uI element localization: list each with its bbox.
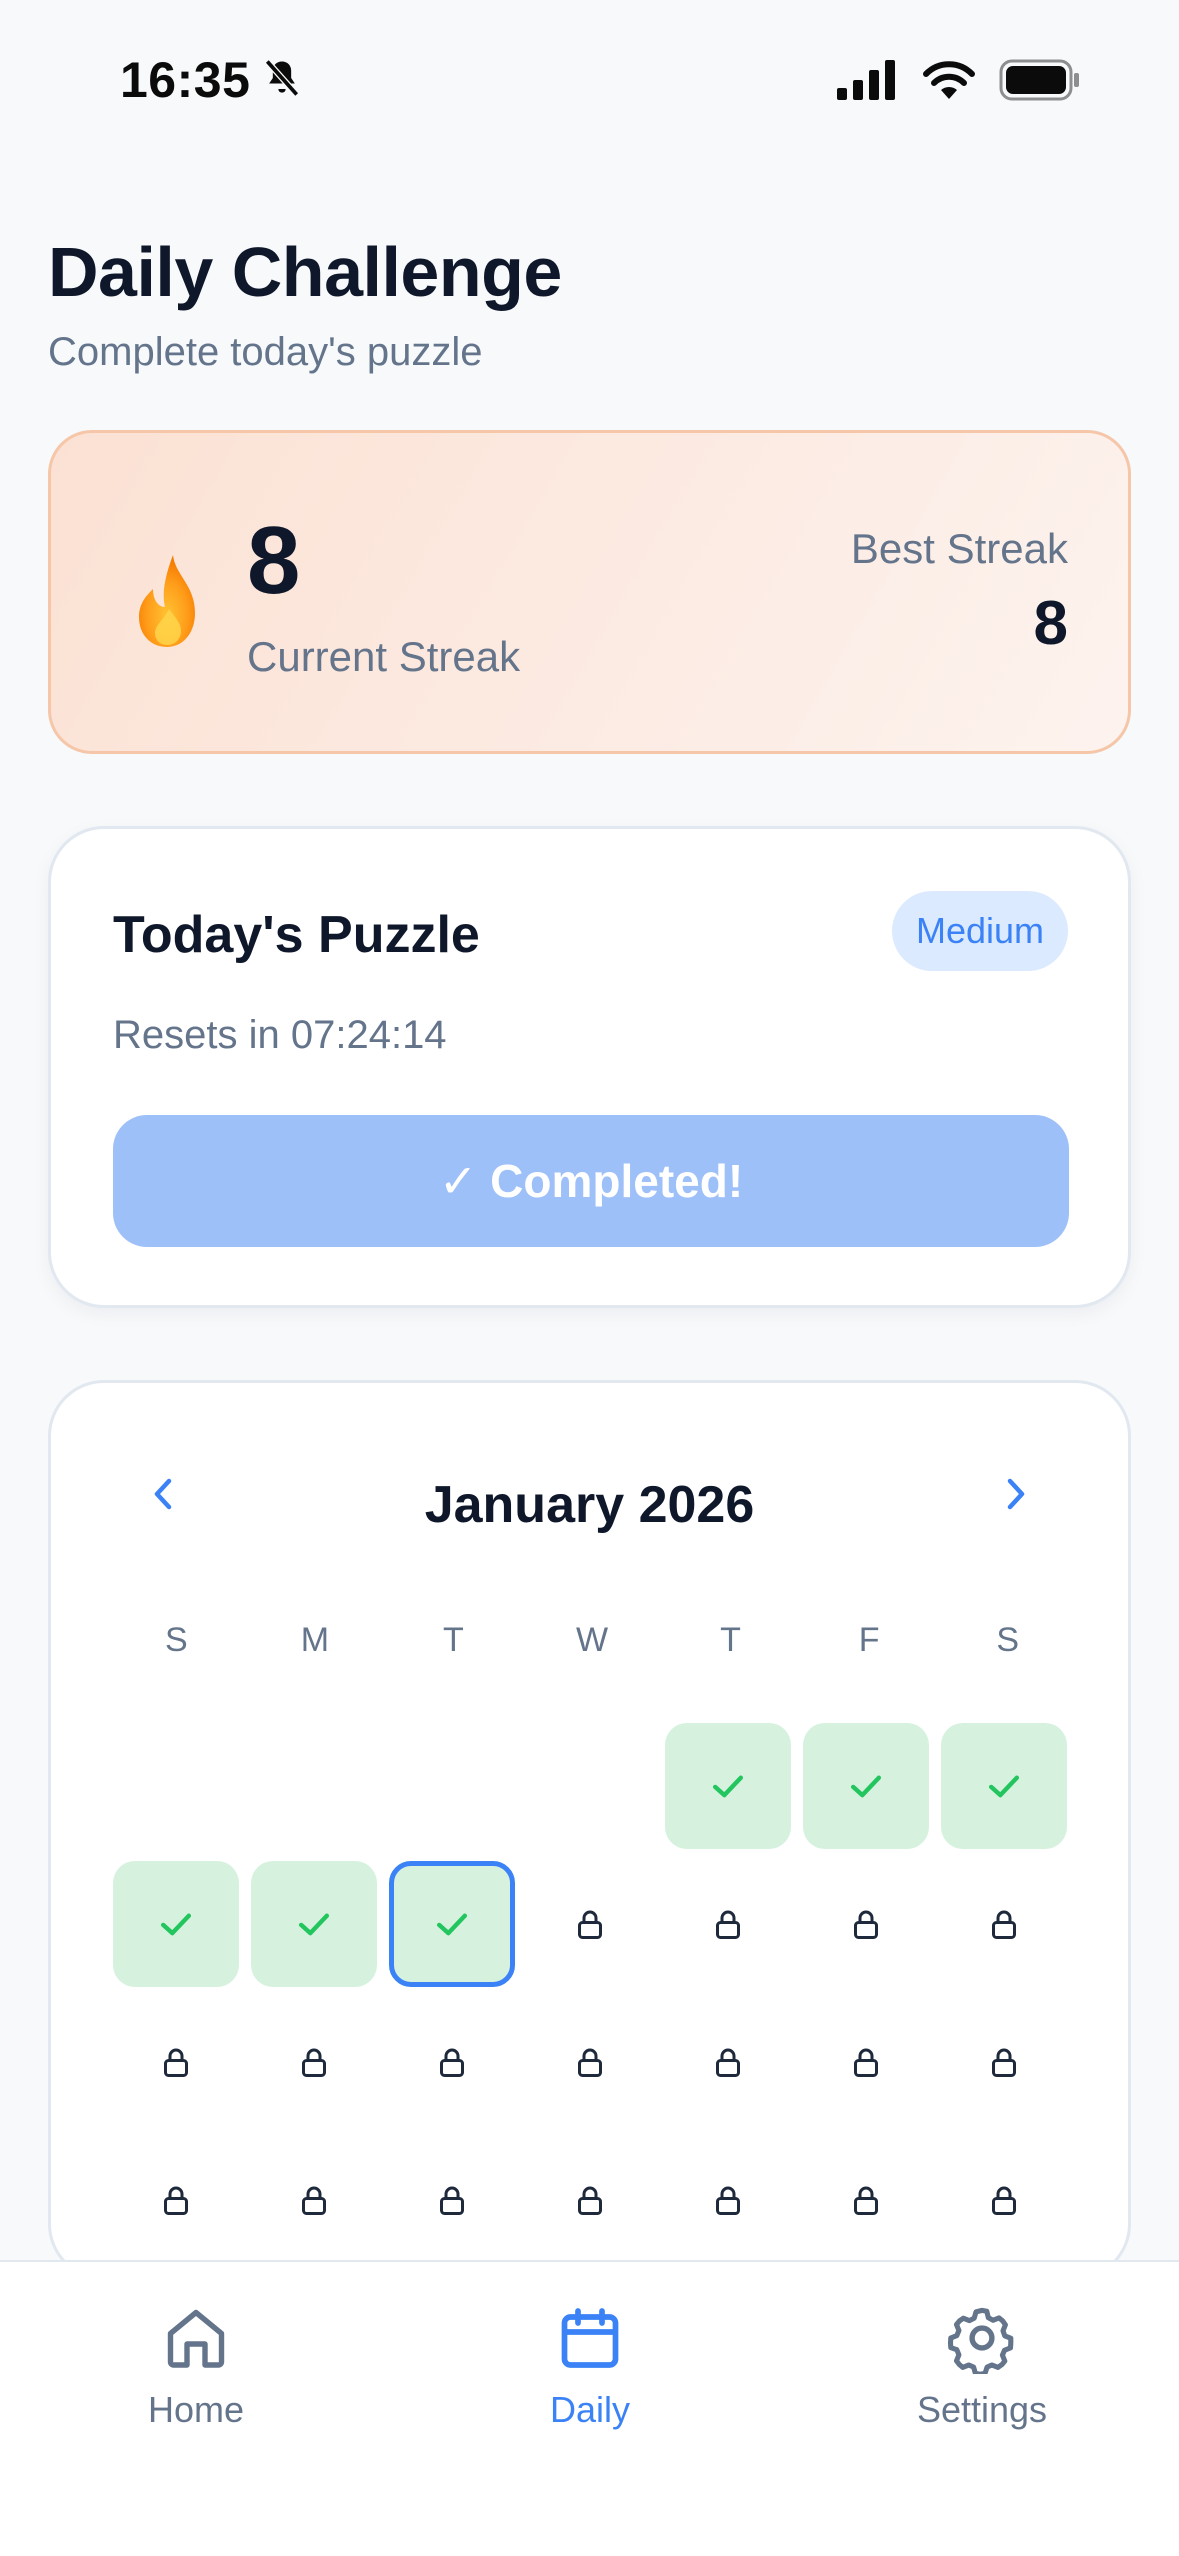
lock-icon <box>578 2186 602 2215</box>
calendar-blank-cell <box>527 1723 653 1849</box>
weekday-label: F <box>858 1621 880 1659</box>
calendar-day-today[interactable] <box>389 1861 515 1987</box>
lock-icon <box>578 1910 602 1939</box>
checkmark-icon <box>988 1775 1020 1798</box>
calendar-card: January 2026 S M T W T F S <box>48 1380 1131 2280</box>
battery-icon <box>999 59 1081 101</box>
calendar-day-locked <box>251 1999 377 2125</box>
flame-icon <box>129 551 209 651</box>
checkmark-icon <box>850 1775 882 1798</box>
todays-puzzle-card: Today's Puzzle Medium Resets in 07:24:14… <box>48 826 1131 1308</box>
tab-settings[interactable]: Settings <box>872 2302 1092 2431</box>
tab-settings-label: Settings <box>916 2389 1048 2430</box>
calendar-blank-cell <box>389 1723 515 1849</box>
weekday-label: M <box>300 1621 330 1659</box>
lock-icon <box>854 1910 878 1939</box>
next-month-button[interactable] <box>996 1469 1036 1519</box>
calendar-day-locked <box>665 1999 791 2125</box>
lock-icon <box>992 2048 1016 2077</box>
calendar-day-locked <box>527 1861 653 1987</box>
lock-icon <box>440 2048 464 2077</box>
status-bar: 16:35 <box>0 0 1179 160</box>
calendar-day-locked <box>527 2137 653 2263</box>
calendar-day-completed[interactable] <box>665 1723 791 1849</box>
status-time: 16:35 <box>120 52 251 108</box>
checkmark-icon <box>712 1775 744 1798</box>
weekday-label: S <box>996 1621 1020 1659</box>
lock-icon <box>992 2186 1016 2215</box>
difficulty-badge: Medium <box>891 891 1068 971</box>
lock-icon <box>716 2048 740 2077</box>
calendar-day-locked <box>113 1999 239 2125</box>
bell-slash-icon <box>260 56 304 105</box>
lock-icon <box>164 2186 188 2215</box>
calendar-day-locked <box>665 2137 791 2263</box>
completed-button[interactable]: ✓ Completed! <box>113 1115 1069 1247</box>
best-streak-label: Best Streak <box>850 525 1068 572</box>
calendar-day-locked <box>803 2137 929 2263</box>
weekday-label: W <box>575 1621 609 1659</box>
calendar-days-grid <box>113 1723 1071 2277</box>
gear-icon <box>946 2302 1018 2379</box>
lock-icon <box>302 2048 326 2077</box>
calendar-day-locked <box>941 1999 1067 2125</box>
reset-countdown: Resets in 07:24:14 <box>113 1013 447 1057</box>
best-streak-value: 8 <box>1033 589 1068 658</box>
calendar-day-locked <box>665 1861 791 1987</box>
calendar-day-locked <box>941 1861 1067 1987</box>
calendar-day-locked <box>803 1999 929 2125</box>
month-label: January 2026 <box>424 1476 755 1534</box>
checkmark-icon <box>436 1913 468 1936</box>
lock-icon <box>716 1910 740 1939</box>
calendar-day-locked <box>527 1999 653 2125</box>
checkmark-icon <box>160 1913 192 1936</box>
calendar-day-completed[interactable] <box>251 1861 377 1987</box>
lock-icon <box>302 2186 326 2215</box>
calendar-day-locked <box>803 1861 929 1987</box>
current-streak-value: 8 <box>247 507 301 614</box>
lock-icon <box>578 2048 602 2077</box>
lock-icon <box>440 2186 464 2215</box>
month-nav: January 2026 <box>51 1383 1128 1583</box>
lock-icon <box>164 2048 188 2077</box>
calendar-day-locked <box>113 2137 239 2263</box>
tab-daily[interactable]: Daily <box>480 2302 700 2431</box>
page-header: Daily Challenge Complete today's puzzle <box>48 232 562 375</box>
lock-icon <box>854 2048 878 2077</box>
status-right <box>837 59 1081 101</box>
lock-icon <box>854 2186 878 2215</box>
bottom-tab-bar: Home Daily Settings <box>0 2260 1179 2556</box>
lock-icon <box>992 1910 1016 1939</box>
calendar-day-completed[interactable] <box>113 1861 239 1987</box>
weekday-header-row: S M T W T F S <box>113 1621 1071 1660</box>
lock-icon <box>716 2186 740 2215</box>
tab-home-label: Home <box>147 2389 245 2430</box>
checkmark-icon <box>298 1913 330 1936</box>
status-left: 16:35 <box>120 51 304 109</box>
current-streak-label: Current Streak <box>247 633 521 680</box>
calendar-day-locked <box>941 2137 1067 2263</box>
calendar-day-completed[interactable] <box>941 1723 1067 1849</box>
tab-home[interactable]: Home <box>86 2302 306 2431</box>
calendar-icon <box>554 2302 626 2379</box>
weekday-label: S <box>164 1621 188 1659</box>
weekday-label: T <box>720 1621 741 1659</box>
home-icon <box>160 2302 232 2379</box>
calendar-day-completed[interactable] <box>803 1723 929 1849</box>
chevron-right-icon <box>1007 1478 1025 1510</box>
puzzle-title: Today's Puzzle <box>113 906 480 964</box>
calendar-blank-cell <box>251 1723 377 1849</box>
calendar-day-locked <box>251 2137 377 2263</box>
calendar-day-locked <box>389 2137 515 2263</box>
weekday-label: T <box>443 1621 464 1659</box>
calendar-blank-cell <box>113 1723 239 1849</box>
streak-card: 8 Current Streak Best Streak 8 <box>48 430 1131 754</box>
page-subtitle: Complete today's puzzle <box>48 330 483 374</box>
cellular-signal-icon <box>837 60 899 100</box>
tab-daily-label: Daily <box>549 2389 630 2430</box>
page-title: Daily Challenge <box>48 233 562 311</box>
calendar-day-locked <box>389 1999 515 2125</box>
wifi-icon <box>921 59 977 101</box>
